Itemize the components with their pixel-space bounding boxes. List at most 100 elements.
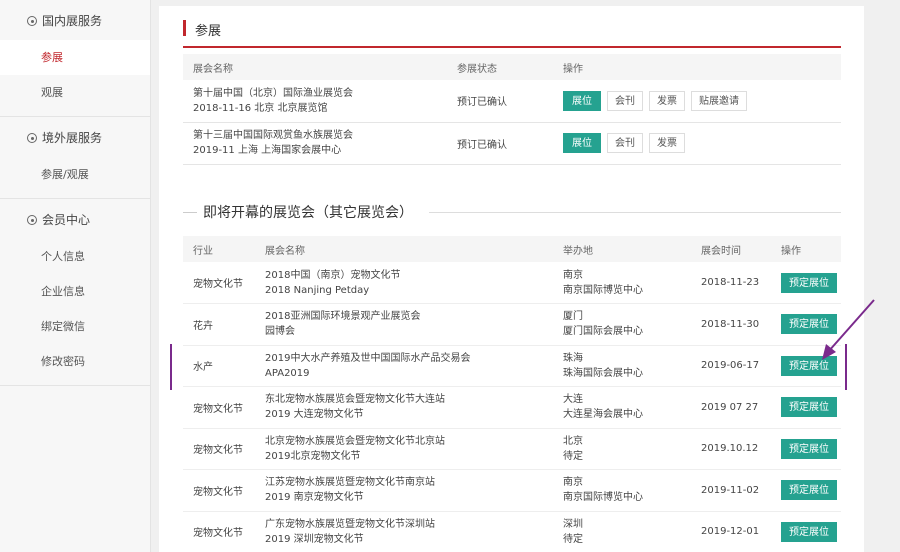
venue: 南京国际博览中心	[563, 284, 643, 296]
circle-icon	[27, 16, 37, 26]
invitation-button[interactable]: 贴展邀请	[691, 90, 747, 111]
action-cell: 预定展位	[771, 345, 841, 387]
status-cell: 预订已确认	[447, 122, 553, 165]
actions-cell: 展位 会刊 发票 贴展邀请	[553, 80, 841, 123]
sidebar-item-exhibit[interactable]: 参展	[0, 40, 150, 75]
sidebar-head-label: 会员中心	[42, 213, 91, 227]
venue: 大连星海会展中心	[563, 409, 643, 421]
exhibition-name[interactable]: 2018亚洲国际环境景观产业展览会	[265, 309, 553, 324]
date-cell: 2019 07 27	[691, 386, 771, 429]
name-cell: 2018亚洲国际环境景观产业展览会 园博会	[255, 303, 553, 346]
actions-cell: 展位 会刊 发票	[553, 122, 841, 165]
action-cell: 预定展位	[771, 262, 841, 304]
book-booth-button[interactable]: 预定展位	[781, 314, 837, 335]
table-row: 宠物文化节 北京宠物水族展览会暨宠物文化节北京站 2019北京宠物文化节 北京 待定…	[183, 428, 841, 470]
sidebar-head-domestic[interactable]: 国内展服务	[0, 2, 150, 40]
location-cell: 珠海 珠海国际会展中心	[553, 345, 691, 387]
sidebar-head-member[interactable]: 会员中心	[0, 201, 150, 239]
name-cell: 江苏宠物水族展览暨宠物文化节南京站 2019 南京宠物文化节	[255, 469, 553, 512]
column-header: 操作	[553, 54, 841, 80]
sidebar-section-domestic: 国内展服务 参展 观展	[0, 0, 150, 117]
book-booth-button[interactable]: 预定展位	[781, 521, 837, 542]
location-cell: 大连大连星海会展中心	[553, 386, 691, 429]
name-cell: 2018中国（南京）宠物文化节 2018 Nanjing Petday	[255, 262, 553, 304]
annotation-marker-right	[845, 344, 847, 390]
exhibition-sub: 2019北京宠物文化节	[265, 450, 361, 462]
exhibition-name[interactable]: 广东宠物水族展览暨宠物文化节深圳站	[265, 517, 553, 532]
sidebar-item-overseas-exhibit[interactable]: 参展/观展	[0, 157, 150, 192]
main-panel: 参展 展会名称 参展状态 操作 第十届中国（北京）国际渔业展览会 2018-11…	[159, 6, 864, 552]
catalog-button[interactable]: 会刊	[607, 133, 643, 153]
column-header: 行业	[183, 236, 255, 262]
industry-cell: 宠物文化节	[183, 428, 255, 470]
exhibition-name[interactable]: 2019中大水产养殖及世中国国际水产品交易会	[265, 351, 553, 366]
venue: 待定	[563, 533, 583, 545]
industry-cell: 宠物文化节	[183, 469, 255, 512]
exhibition-name[interactable]: 北京宠物水族展览会暨宠物文化节北京站	[265, 434, 553, 449]
city: 南京	[563, 477, 583, 489]
action-cell: 预定展位	[771, 469, 841, 512]
action-cell: 预定展位	[771, 386, 841, 429]
exhibition-meta: 2018-11-16 北京 北京展览馆	[193, 102, 328, 114]
sidebar-item-personal-info[interactable]: 个人信息	[0, 239, 150, 274]
sidebar-head-label: 境外展服务	[42, 131, 103, 145]
book-booth-button[interactable]: 预定展位	[781, 355, 837, 376]
catalog-button[interactable]: 会刊	[607, 90, 643, 111]
venue: 南京国际博览中心	[563, 492, 643, 504]
industry-cell: 宠物文化节	[183, 511, 255, 552]
table-row: 宠物文化节 2018中国（南京）宠物文化节 2018 Nanjing Petday…	[183, 262, 841, 304]
sidebar-item-bind-wechat[interactable]: 绑定微信	[0, 309, 150, 344]
exhibition-cell: 第十三届中国国际观赏鱼水族展览会 2019-11 上海 上海国家会展中心	[183, 122, 447, 165]
status-cell: 预订已确认	[447, 80, 553, 123]
city: 珠海	[563, 352, 583, 364]
exhibition-name[interactable]: 江苏宠物水族展览暨宠物文化节南京站	[265, 475, 553, 490]
exhibition-cell: 第十届中国（北京）国际渔业展览会 2018-11-16 北京 北京展览馆	[183, 80, 447, 123]
table-row: 宠物文化节 江苏宠物水族展览暨宠物文化节南京站 2019 南京宠物文化节 南京 南京…	[183, 469, 841, 512]
city: 厦门	[563, 311, 583, 323]
name-cell: 东北宠物水族展览会暨宠物文化节大连站 2019 大连宠物文化节	[255, 386, 553, 429]
circle-icon	[27, 215, 37, 225]
invoice-button[interactable]: 发票	[649, 90, 685, 111]
location-cell: 南京 南京国际博览中心	[553, 262, 691, 304]
upcoming-heading: 即将开幕的展览会（其它展览会）	[183, 202, 841, 222]
venue: 厦门国际会展中心	[563, 326, 643, 338]
sidebar-item-company-info[interactable]: 企业信息	[0, 274, 150, 309]
exhibition-name[interactable]: 东北宠物水族展览会暨宠物文化节大连站	[265, 392, 553, 407]
sidebar-section-member: 会员中心 个人信息 企业信息 绑定微信 修改密码	[0, 199, 150, 386]
location-cell: 厦门厦门国际会展中心	[553, 303, 691, 346]
booth-button[interactable]: 展位	[563, 90, 601, 111]
table-row: 花卉 2018亚洲国际环境景观产业展览会 园博会 厦门 厦门国际会展中心 2018-…	[183, 303, 841, 346]
column-header: 操作	[771, 236, 841, 262]
sidebar-head-label: 国内展服务	[42, 14, 103, 28]
exhibition-name: 第十届中国（北京）国际渔业展览会	[193, 87, 353, 99]
table-header-row: 行业 展会名称 举办地 展会时间 操作	[183, 236, 841, 262]
city: 大连	[563, 394, 583, 406]
book-booth-button[interactable]: 预定展位	[781, 272, 837, 293]
sidebar-item-change-password[interactable]: 修改密码	[0, 344, 150, 379]
sidebar: 国内展服务 参展 观展 境外展服务 参展/观展 会员中心 个人信息 企业信息 绑…	[0, 0, 151, 552]
location-cell: 深圳 待定	[553, 511, 691, 552]
exhibition-name[interactable]: 2018中国（南京）宠物文化节	[265, 268, 553, 283]
section-title-text: 参展	[195, 24, 222, 39]
circle-icon	[27, 133, 37, 143]
book-booth-button[interactable]: 预定展位	[781, 397, 837, 418]
divider	[429, 212, 841, 213]
column-header: 参展状态	[447, 54, 553, 80]
location-cell: 南京南京国际博览中心	[553, 469, 691, 512]
name-cell: 2019中大水产养殖及世中国国际水产品交易会 APA2019	[255, 345, 553, 387]
sidebar-item-visit[interactable]: 观展	[0, 75, 150, 110]
date-cell: 2019-11-02	[691, 469, 771, 512]
title-accent-bar	[183, 20, 186, 36]
book-booth-button[interactable]: 预定展位	[781, 438, 837, 459]
city: 北京	[563, 435, 583, 447]
table-row: 第十三届中国国际观赏鱼水族展览会 2019-11 上海 上海国家会展中心 预订已…	[183, 122, 841, 165]
book-booth-button[interactable]: 预定展位	[781, 480, 837, 501]
column-header: 展会时间	[691, 236, 771, 262]
column-header: 展会名称	[183, 54, 447, 80]
exhibition-sub: 园博会	[265, 326, 295, 338]
table-row: 第十届中国（北京）国际渔业展览会 2018-11-16 北京 北京展览馆 预订已…	[183, 80, 841, 123]
sidebar-head-overseas[interactable]: 境外展服务	[0, 119, 150, 157]
booth-button[interactable]: 展位	[563, 133, 601, 153]
invoice-button[interactable]: 发票	[649, 133, 685, 153]
exhibition-sub: 2018 Nanjing Petday	[265, 284, 370, 296]
